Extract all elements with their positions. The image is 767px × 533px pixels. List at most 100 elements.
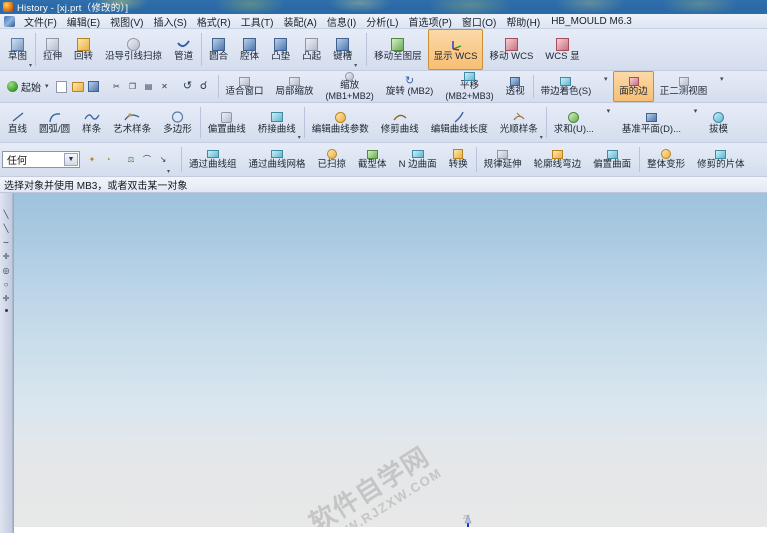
new-file-button[interactable] — [54, 79, 70, 95]
menu-item-window[interactable]: 窗口(O) — [457, 13, 501, 30]
wcs-display-button[interactable]: WCS 显 — [539, 29, 585, 70]
silhouette-flange-button[interactable]: 轮廓线弯边 — [528, 143, 588, 176]
shaded-with-edges-button[interactable]: 带边着色(S) — [535, 71, 598, 102]
render-style-dropdown[interactable]: ▾ — [597, 71, 613, 87]
history-button[interactable]: ◔ — [100, 152, 116, 168]
line-button[interactable]: 直线 — [2, 103, 33, 142]
global-shaping-button[interactable]: 整体变形 — [641, 143, 691, 176]
swept-button[interactable]: 已扫掠 — [312, 143, 353, 176]
show-wcs-button[interactable]: 显示 WCS — [427, 29, 484, 70]
chevron-down-icon[interactable]: ▼ — [64, 153, 78, 166]
circle-icon[interactable]: ◎ — [3, 267, 10, 275]
menu-item-edit[interactable]: 编辑(E) — [62, 13, 105, 30]
draft-button[interactable]: 拔模 — [703, 103, 734, 142]
menu-item-file[interactable]: 文件(F) — [19, 13, 62, 30]
cross-icon[interactable]: ✛ — [3, 253, 10, 261]
menu-item-analysis[interactable]: 分析(L) — [361, 13, 403, 30]
smooth-spline-button[interactable]: 光顺样条 — [494, 103, 544, 142]
sketch-group-expander[interactable]: ▾ — [29, 62, 32, 69]
perspective-button[interactable]: 透视 — [500, 71, 531, 102]
unite-dropdown[interactable]: ▾ — [600, 103, 616, 119]
save-button[interactable] — [86, 79, 102, 95]
move-wcs-button[interactable]: 移动 WCS — [483, 29, 539, 70]
undo-button[interactable]: ↺ — [180, 79, 196, 95]
menu-item-insert[interactable]: 插入(S) — [148, 13, 191, 30]
move-to-layer-button[interactable]: 移动至图层 — [368, 29, 428, 70]
paste-button[interactable]: ▤ — [141, 79, 157, 95]
curve-edit-expander[interactable]: ▾ — [540, 134, 543, 141]
trim-curve-button[interactable]: 修剪曲线 — [375, 103, 425, 142]
face-edges-button[interactable]: 面的边 — [613, 71, 654, 102]
pad-button[interactable]: 凸垫 — [265, 29, 296, 70]
redo-select-button[interactable]: ☌ — [196, 79, 212, 95]
global-shaping-label: 整体变形 — [647, 159, 686, 171]
graphics-viewport[interactable]: 软件自学网 WWW.RJZXW.COM YC XC ZC — [13, 193, 767, 533]
plus-icon[interactable]: ✛ — [3, 295, 10, 303]
extrude-button[interactable]: 拉伸 — [37, 29, 68, 70]
snap-point-button[interactable]: ✦ — [84, 152, 100, 168]
offset-surface-button[interactable]: 偏置曲面 — [587, 143, 637, 176]
cut-button[interactable]: ✂ — [109, 79, 125, 95]
unite-button[interactable]: 求和(U)... — [548, 103, 600, 142]
chevron-down-icon: ▾ — [693, 107, 698, 115]
transform-button[interactable]: 转换 — [443, 143, 474, 176]
menu-item-format[interactable]: 格式(R) — [192, 13, 236, 30]
trimmed-sheet-button[interactable]: 修剪的片体 — [691, 143, 751, 176]
edit-curve-params-button[interactable]: 编辑曲线参数 — [306, 103, 375, 142]
sweep-along-guide-button[interactable]: 沿导引线扫掠 — [99, 29, 168, 70]
menu-item-tools[interactable]: 工具(T) — [236, 13, 279, 30]
rotate-button[interactable]: ↻ 旋转 (MB2) — [380, 71, 440, 102]
zoom-area-button[interactable]: 局部缩放 — [270, 71, 320, 102]
spline-button[interactable]: 样条 — [76, 103, 107, 142]
bridge-curve-button[interactable]: 桥接曲线 — [252, 103, 302, 142]
hook-button[interactable]: ↘ — [155, 152, 171, 168]
diagonal-line2-icon[interactable]: ╲ — [4, 225, 9, 233]
menu-item-assembly[interactable]: 装配(A) — [278, 13, 321, 30]
studio-spline-button[interactable]: 艺术样条 — [107, 103, 157, 142]
open-folder-button[interactable] — [70, 79, 86, 95]
blend-button[interactable]: 圆合 — [203, 29, 234, 70]
selection-filter-expander[interactable]: ▾ — [167, 168, 170, 175]
start-menu-button[interactable]: 起始 ▾ — [2, 77, 54, 96]
measure-button[interactable]: ⚖ — [123, 152, 139, 168]
polygon-button[interactable]: 多边形 — [157, 103, 198, 142]
paste-icon: ▤ — [144, 81, 153, 91]
law-extension-button[interactable]: 规律延伸 — [478, 143, 528, 176]
menu-custom-module[interactable]: HB_MOULD M6.3 — [545, 15, 638, 28]
dot-icon[interactable] — [4, 309, 8, 312]
zoom-button[interactable]: 缩放 (MB1+MB2) — [320, 71, 380, 102]
pan-button[interactable]: 平移 (MB2+MB3) — [439, 71, 499, 102]
sketch-group: 草图 ▾ — [0, 29, 35, 70]
datum-plane-dropdown[interactable]: ▾ — [687, 103, 703, 119]
n-sided-surface-button[interactable]: N 边曲面 — [393, 143, 443, 176]
section-body-button[interactable]: 截型体 — [352, 143, 393, 176]
menu-item-help[interactable]: 帮助(H) — [501, 13, 545, 30]
tube-button[interactable]: 管道 — [168, 29, 199, 70]
through-curve-mesh-button[interactable]: 通过曲线网格 — [243, 143, 312, 176]
type-filter-value: 任何 — [7, 156, 27, 167]
curve-tool-button[interactable]: ⌒ — [139, 152, 155, 168]
datum-plane-button[interactable]: 基准平面(D)... — [616, 103, 687, 142]
delete-button[interactable]: ✕ — [157, 79, 173, 95]
menu-item-information[interactable]: 信息(I) — [322, 13, 361, 30]
pocket-button[interactable]: 腔体 — [234, 29, 265, 70]
menu-item-preferences[interactable]: 首选项(P) — [404, 13, 457, 30]
menu-item-view[interactable]: 视图(V) — [105, 13, 148, 30]
revolve-button[interactable]: 回转 — [68, 29, 99, 70]
fit-window-button[interactable]: 适合窗口 — [220, 71, 270, 102]
offset-curve-button[interactable]: 偏置曲线 — [202, 103, 252, 142]
arc-circle-button[interactable]: 圆弧/圆 — [33, 103, 76, 142]
detail-feature-expander[interactable]: ▾ — [354, 62, 357, 69]
tilde-icon[interactable]: ∼ — [3, 239, 10, 247]
view-orientation-dropdown[interactable]: ▾ — [713, 71, 729, 87]
boss-button[interactable]: 凸起 — [296, 29, 327, 70]
type-filter-combo[interactable]: 任何 ▼ — [2, 151, 80, 168]
diagonal-line-icon[interactable]: ╲ — [4, 211, 9, 219]
through-curves-button[interactable]: 通过曲线组 — [183, 143, 243, 176]
copy-button[interactable]: ❐ — [125, 79, 141, 95]
trimetric-view-button[interactable]: 正二测视图 — [654, 71, 714, 102]
law-extension-label: 规律延伸 — [483, 159, 522, 171]
circle2-icon[interactable]: ○ — [4, 281, 9, 289]
edit-curve-length-button[interactable]: 编辑曲线长度 — [425, 103, 494, 142]
curve-derive-expander[interactable]: ▾ — [298, 134, 301, 141]
